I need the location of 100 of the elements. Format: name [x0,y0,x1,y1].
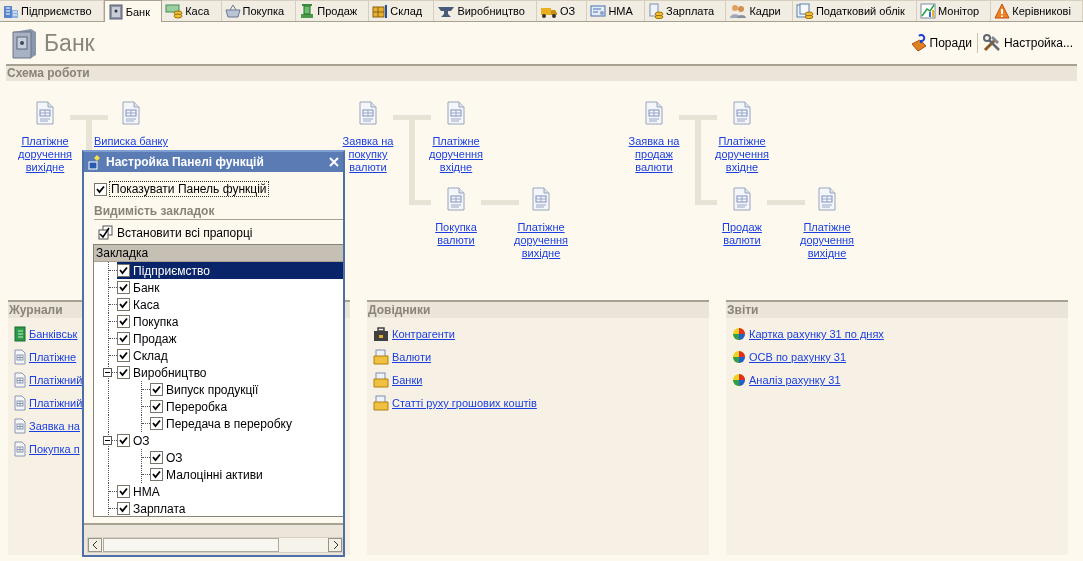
checkbox[interactable] [117,366,130,379]
tree-item[interactable]: Переробка [150,398,343,415]
panel-link[interactable]: Платіжний [14,372,83,388]
pie-chart-icon [732,373,746,387]
scroll-right-icon[interactable] [332,541,338,549]
checkbox[interactable] [117,281,130,294]
page-title: Банк [44,29,96,57]
pie-chart-icon [732,327,746,341]
checkbox[interactable] [117,315,130,328]
checkbox[interactable] [94,182,107,196]
checkbox[interactable] [117,332,130,345]
tab[interactable]: ОЗ [537,0,588,21]
document-icon [732,101,752,125]
checkbox[interactable] [117,349,130,362]
document-icon [14,349,26,365]
panel-link[interactable]: Банки [373,372,423,388]
document-icon [35,101,55,125]
checkbox[interactable] [117,485,130,498]
tree-item[interactable]: НМА [117,483,343,500]
checkbox[interactable] [150,451,163,464]
panel-link[interactable]: Картка рахунку 31 по днях [732,326,884,342]
tab[interactable]: Склад [369,0,435,21]
tree-item[interactable]: Склад [117,347,343,364]
people-icon [729,3,748,19]
section-title: Схема роботи [6,64,1077,81]
close-icon[interactable] [329,157,339,167]
document-icon [14,372,26,388]
document-link[interactable]: Заявка на продаж валюти [623,135,685,174]
tab[interactable]: Виробництво [434,0,537,21]
pie-chart-icon [732,350,746,364]
tab[interactable]: Кадри [726,0,793,21]
tree-item[interactable]: Зарплата [117,500,343,516]
tab[interactable]: Каса [162,0,222,21]
tab[interactable]: Монітор [917,0,992,21]
section-title: Видимість закладок [94,204,343,220]
document-icon [644,101,664,125]
checkbox[interactable] [150,468,163,481]
tab[interactable]: Податковий облік [792,0,918,21]
checkbox[interactable] [117,434,130,447]
document-link[interactable]: Платіжне доручення вхідне [711,135,773,174]
document-icon [732,187,752,211]
checkbox-label[interactable]: Показувати Панель функцій [109,181,269,197]
safe-icon [10,27,38,59]
tab[interactable]: Керівникові [991,0,1083,21]
document-link[interactable]: Платіжне доручення вихідне [796,221,858,260]
tree-item[interactable]: Банк [117,279,343,296]
tree-item[interactable]: ОЗ [150,449,343,466]
document-link[interactable]: Платіжне доручення вихідне [510,221,572,260]
tree-item[interactable]: Передача в переробку [150,415,343,432]
horizontal-scrollbar[interactable] [87,537,343,553]
document-link[interactable]: Покупка валюти [425,221,487,247]
panel-title: Довідники [367,300,709,318]
folder-icon [373,372,389,388]
tab[interactable]: Підприємство [0,0,104,21]
panel-link[interactable]: Статті руху грошових коштів [373,395,537,411]
checkbox[interactable] [150,417,163,430]
tree-item[interactable]: ОЗ [117,432,343,449]
collapse-toggle[interactable] [103,436,112,445]
safe-icon [107,3,124,20]
document-link[interactable]: Продаж валюти [711,221,773,247]
tree-item[interactable]: Виробництво [117,364,343,381]
documents-coins-icon [795,3,814,19]
tips-link[interactable]: Поради [906,34,976,52]
tab[interactable]: Продаж [296,0,370,21]
checkbox[interactable] [117,502,130,515]
tree-item[interactable]: Продаж [117,330,343,347]
panel-link[interactable]: Заявка на [14,418,80,434]
document-link[interactable]: Платіжне доручення вихідне [14,135,76,174]
panel-link[interactable]: Платіжний [14,395,83,411]
panel-link[interactable]: Платіжне [14,349,77,365]
building-icon [3,3,19,19]
panel-link[interactable]: Валюти [373,349,432,365]
tree-item[interactable]: Підприємство [117,262,343,279]
panel-link[interactable]: ОСВ по рахунку 31 [732,349,847,365]
document-link[interactable]: Платіжне доручення вхідне [425,135,487,174]
panel-link[interactable]: Аналіз рахунку 31 [732,372,841,388]
panel-link[interactable]: Покупка п [14,441,80,457]
tab[interactable]: Зарплата [645,0,727,21]
tab[interactable]: НМА [587,0,646,21]
document-link[interactable]: Виписка банку [94,135,168,148]
tab[interactable]: Банк [103,0,163,22]
document-icon [446,101,466,125]
document-icon [14,395,26,411]
checkbox[interactable] [117,298,130,311]
panel-title: Звіти [726,300,1068,318]
card-icon [590,3,607,19]
tab[interactable]: Покупка [221,0,297,21]
tree-item[interactable]: Малоцінні активи [150,466,343,483]
panel-link[interactable]: Контрагенти [373,326,456,342]
settings-link[interactable]: Настройка... [978,34,1077,52]
tree-item[interactable]: Випуск продукції [150,381,343,398]
scroll-left-icon[interactable] [92,541,98,549]
chart-icon [920,3,937,19]
set-all-button[interactable]: Встановити всі прапорці [98,224,343,241]
checkbox[interactable] [117,264,130,277]
checkbox[interactable] [150,400,163,413]
collapse-toggle[interactable] [103,368,112,377]
document-icon [121,101,141,125]
panel-link[interactable]: Банківськ [14,326,78,342]
checkbox[interactable] [150,383,163,396]
